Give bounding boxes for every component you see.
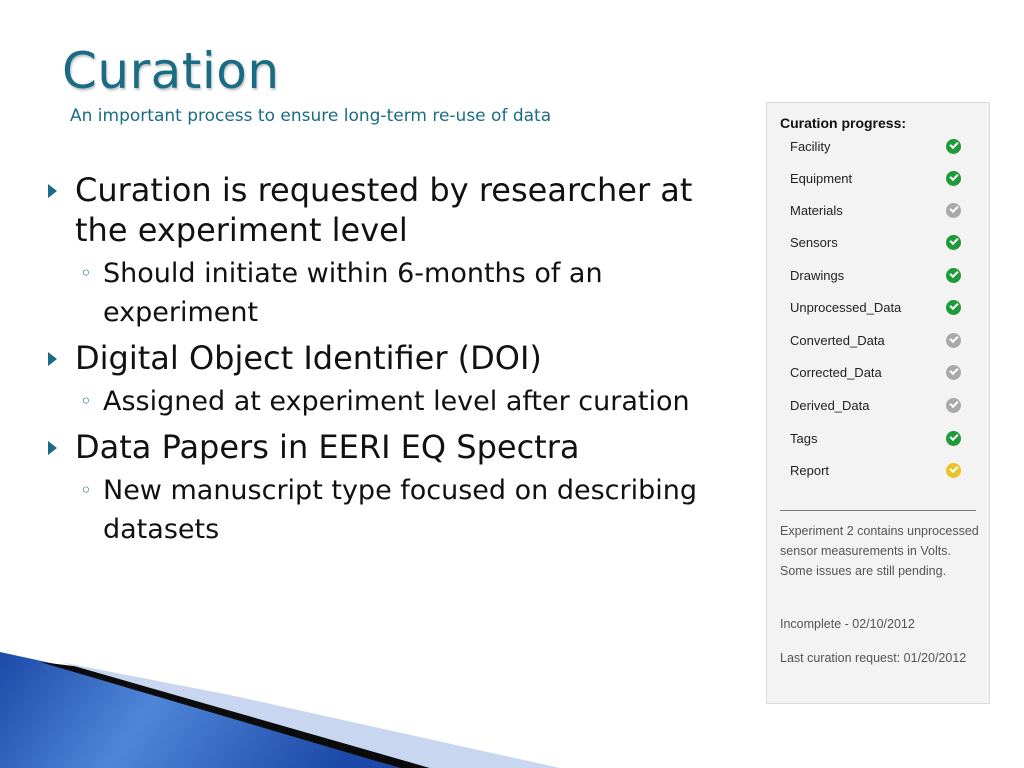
- check-icon: [946, 365, 961, 380]
- slide-title: Curation: [62, 42, 280, 100]
- progress-item-report[interactable]: Report: [790, 461, 970, 481]
- progress-item-converted-data[interactable]: Converted_Data: [790, 331, 970, 351]
- progress-item-label: Facility: [790, 139, 831, 154]
- sub-bullet-text: Should initiate within 6-months of an ex…: [103, 258, 603, 328]
- progress-item-label: Drawings: [790, 268, 845, 283]
- triangle-bullet-icon: [48, 184, 57, 198]
- bullet-list: Curation is requested by researcher at t…: [48, 170, 748, 555]
- bullet-item: Curation is requested by researcher at t…: [48, 170, 748, 332]
- bullet-text: Data Papers in EERI EQ Spectra: [75, 428, 580, 466]
- curation-progress-panel: Curation progress: Facility Equipment Ma…: [766, 102, 990, 704]
- progress-item-label: Sensors: [790, 235, 838, 250]
- sub-bullet-item: ◦ Should initiate within 6-months of an …: [75, 254, 748, 332]
- sub-bullet-item: ◦ New manuscript type focused on describ…: [75, 471, 748, 549]
- check-icon: [946, 235, 961, 250]
- progress-item-label: Unprocessed_Data: [790, 300, 902, 315]
- progress-item-label: Materials: [790, 203, 843, 218]
- slide-subtitle: An important process to ensure long-term…: [70, 106, 552, 126]
- progress-item-label: Report: [790, 463, 830, 478]
- check-icon: [946, 171, 961, 186]
- bullet-item: Data Papers in EERI EQ Spectra ◦ New man…: [48, 427, 748, 549]
- circle-bullet-icon: ◦: [80, 261, 92, 285]
- check-icon: [946, 431, 961, 446]
- check-icon: [946, 203, 961, 218]
- bullet-item: Digital Object Identifier (DOI) ◦ Assign…: [48, 338, 748, 421]
- experiment-description: Experiment 2 contains unprocessed sensor…: [780, 524, 979, 578]
- circle-bullet-icon: ◦: [80, 389, 92, 413]
- check-icon: [946, 398, 961, 413]
- circle-bullet-icon: ◦: [80, 478, 92, 502]
- progress-item-derived-data[interactable]: Derived_Data: [790, 396, 970, 416]
- sub-bullet-item: ◦ Assigned at experiment level after cur…: [75, 382, 748, 421]
- panel-divider: [780, 510, 976, 511]
- progress-item-label: Tags: [790, 431, 818, 446]
- progress-item-unprocessed-data[interactable]: Unprocessed_Data: [790, 298, 970, 318]
- check-icon: [946, 333, 961, 348]
- progress-item-tags[interactable]: Tags: [790, 429, 970, 449]
- check-icon: [946, 139, 961, 154]
- progress-item-equipment[interactable]: Equipment: [790, 169, 970, 189]
- progress-item-materials[interactable]: Materials: [790, 201, 970, 221]
- progress-item-label: Corrected_Data: [790, 365, 882, 380]
- progress-item-corrected-data[interactable]: Corrected_Data: [790, 363, 970, 383]
- check-icon: [946, 300, 961, 315]
- sub-bullet-text: New manuscript type focused on describin…: [103, 475, 698, 545]
- triangle-bullet-icon: [48, 441, 57, 455]
- progress-item-sensors[interactable]: Sensors: [790, 233, 970, 253]
- progress-item-drawings[interactable]: Drawings: [790, 266, 970, 286]
- curation-status-line: Incomplete - 02/10/2012: [780, 617, 915, 631]
- bullet-text: Digital Object Identifier (DOI): [75, 339, 542, 377]
- progress-item-label: Equipment: [790, 171, 853, 186]
- progress-item-facility[interactable]: Facility: [790, 137, 970, 157]
- check-icon: [946, 268, 961, 283]
- last-curation-request: Last curation request: 01/20/2012: [780, 651, 967, 665]
- check-icon: [946, 463, 961, 478]
- bullet-text: Curation is requested by researcher at t…: [75, 171, 693, 249]
- triangle-bullet-icon: [48, 352, 57, 366]
- sub-bullet-text: Assigned at experiment level after curat…: [103, 386, 690, 417]
- panel-heading: Curation progress:: [780, 115, 907, 131]
- progress-item-label: Derived_Data: [790, 398, 870, 413]
- progress-item-label: Converted_Data: [790, 333, 885, 348]
